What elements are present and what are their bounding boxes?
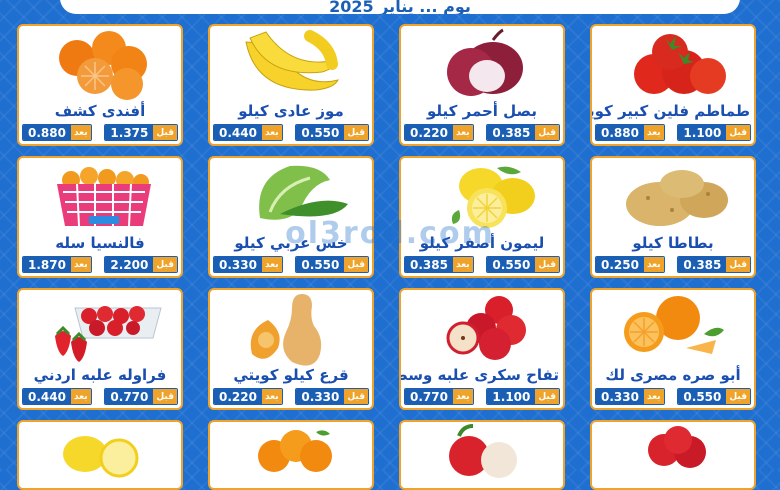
product-card-partial[interactable]	[590, 420, 756, 490]
product-name: بطاطا كيلو	[632, 234, 714, 252]
price-before: 0.385 قبل	[677, 256, 751, 273]
product-card[interactable]: أبو صره مصرى لك 0.330 بعد 0.550 قبل	[590, 288, 756, 410]
price-before: 1.100 قبل	[486, 388, 560, 405]
product-card[interactable]: بطاطا كيلو 0.250 بعد 0.385 قبل	[590, 156, 756, 278]
orange-icon	[258, 430, 332, 472]
product-card[interactable]: أفندى كشف 0.880 بعد 1.375 قبل	[17, 24, 183, 146]
red-apple-icon	[446, 296, 526, 360]
banner-title: يوم ... يناير 2025	[60, 0, 740, 14]
price-before: 2.200 قبل	[104, 256, 178, 273]
product-name: طماطم فلين كبير كويتي	[592, 102, 750, 120]
price-after: 1.870 بعد	[22, 256, 92, 273]
price-after: 0.330 بعد	[595, 388, 665, 405]
potato-icon	[626, 170, 728, 226]
lemon-icon	[63, 436, 139, 478]
red-onion-icon	[447, 28, 523, 96]
product-name: أبو صره مصرى لك	[605, 366, 741, 384]
product-card[interactable]: طماطم فلين كبير كويتي 0.880بعد 1.100قبل	[590, 24, 756, 146]
product-card-partial[interactable]	[208, 420, 374, 490]
product-name: خس عربي كيلو	[234, 234, 348, 252]
price-after: 0.250 بعد	[595, 256, 665, 273]
price-after: 0.330 بعد	[213, 256, 283, 273]
product-name: تفاح سكرى علبه وسط	[399, 366, 559, 384]
orange-basket-icon	[57, 167, 151, 227]
tomato-icon	[634, 34, 726, 94]
price-before: 0.550 قبل	[295, 124, 369, 141]
product-card-partial[interactable]	[17, 420, 183, 490]
price-after: 0.770 بعد	[404, 388, 474, 405]
price-after: 0.440 بعد	[22, 388, 92, 405]
product-name: أفندى كشف	[54, 102, 146, 120]
product-card[interactable]: موز عادى كيلو 0.440 بعد 0.550 قبل	[208, 24, 374, 146]
top-banner: يوم ... يناير 2025	[0, 0, 780, 18]
product-card[interactable]: فراوله علبه اردني 0.440 بعد 0.770 قبل	[17, 288, 183, 410]
mandarin-icon	[59, 31, 147, 100]
price-after: 0.220 بعد	[404, 124, 474, 141]
price-after: 0.385 بعد	[404, 256, 474, 273]
product-card[interactable]: تفاح سكرى علبه وسط 0.770 بعد 1.100 قبل	[399, 288, 565, 410]
strawberry-box-icon	[55, 306, 162, 362]
price-before: 0.550 قبل	[677, 388, 751, 405]
banana-icon	[245, 30, 339, 91]
price-after: 0.880 بعد	[22, 124, 92, 141]
price-before: 0.550 قبل	[486, 256, 560, 273]
product-name: بصل أحمر كيلو	[427, 102, 537, 120]
red-apple-icon	[648, 426, 706, 468]
price-before: 0.385 قبل	[486, 124, 560, 141]
product-card[interactable]: فالنسيا سله 1.870 بعد 2.200 قبل	[17, 156, 183, 278]
product-card[interactable]: بصل أحمر كيلو 0.220 بعد 0.385 قبل	[399, 24, 565, 146]
product-card[interactable]: ليمون أصفر كيلو 0.385 بعد 0.550 قبل	[399, 156, 565, 278]
product-name: موز عادى كيلو	[238, 102, 344, 120]
product-card[interactable]: قرع كيلو كويتي 0.220 بعد 0.330 قبل	[208, 288, 374, 410]
price-after: 0.220 بعد	[213, 388, 283, 405]
price-after: 0.440 بعد	[213, 124, 283, 141]
price-after: 0.880 بعد	[595, 124, 665, 141]
butternut-squash-icon	[250, 294, 322, 366]
lettuce-icon	[259, 165, 348, 220]
lemon-icon	[451, 166, 535, 228]
price-before: 0.550 قبل	[295, 256, 369, 273]
product-card-partial[interactable]	[399, 420, 565, 490]
price-before: 1.375 قبل	[104, 124, 178, 141]
price-before: 0.330 قبل	[295, 388, 369, 405]
product-name: قرع كيلو كويتي	[233, 366, 349, 384]
price-before: 0.770 قبل	[104, 388, 178, 405]
apple-icon	[449, 424, 517, 478]
price-before: 1.100 قبل	[677, 124, 751, 141]
product-name: فراوله علبه اردني	[33, 366, 167, 384]
product-name: ليمون أصفر كيلو	[419, 234, 545, 252]
product-card[interactable]: خس عربي كيلو 0.330 بعد 0.550 قبل	[208, 156, 374, 278]
product-name: فالنسيا سله	[55, 234, 145, 252]
navel-orange-icon	[624, 296, 724, 354]
